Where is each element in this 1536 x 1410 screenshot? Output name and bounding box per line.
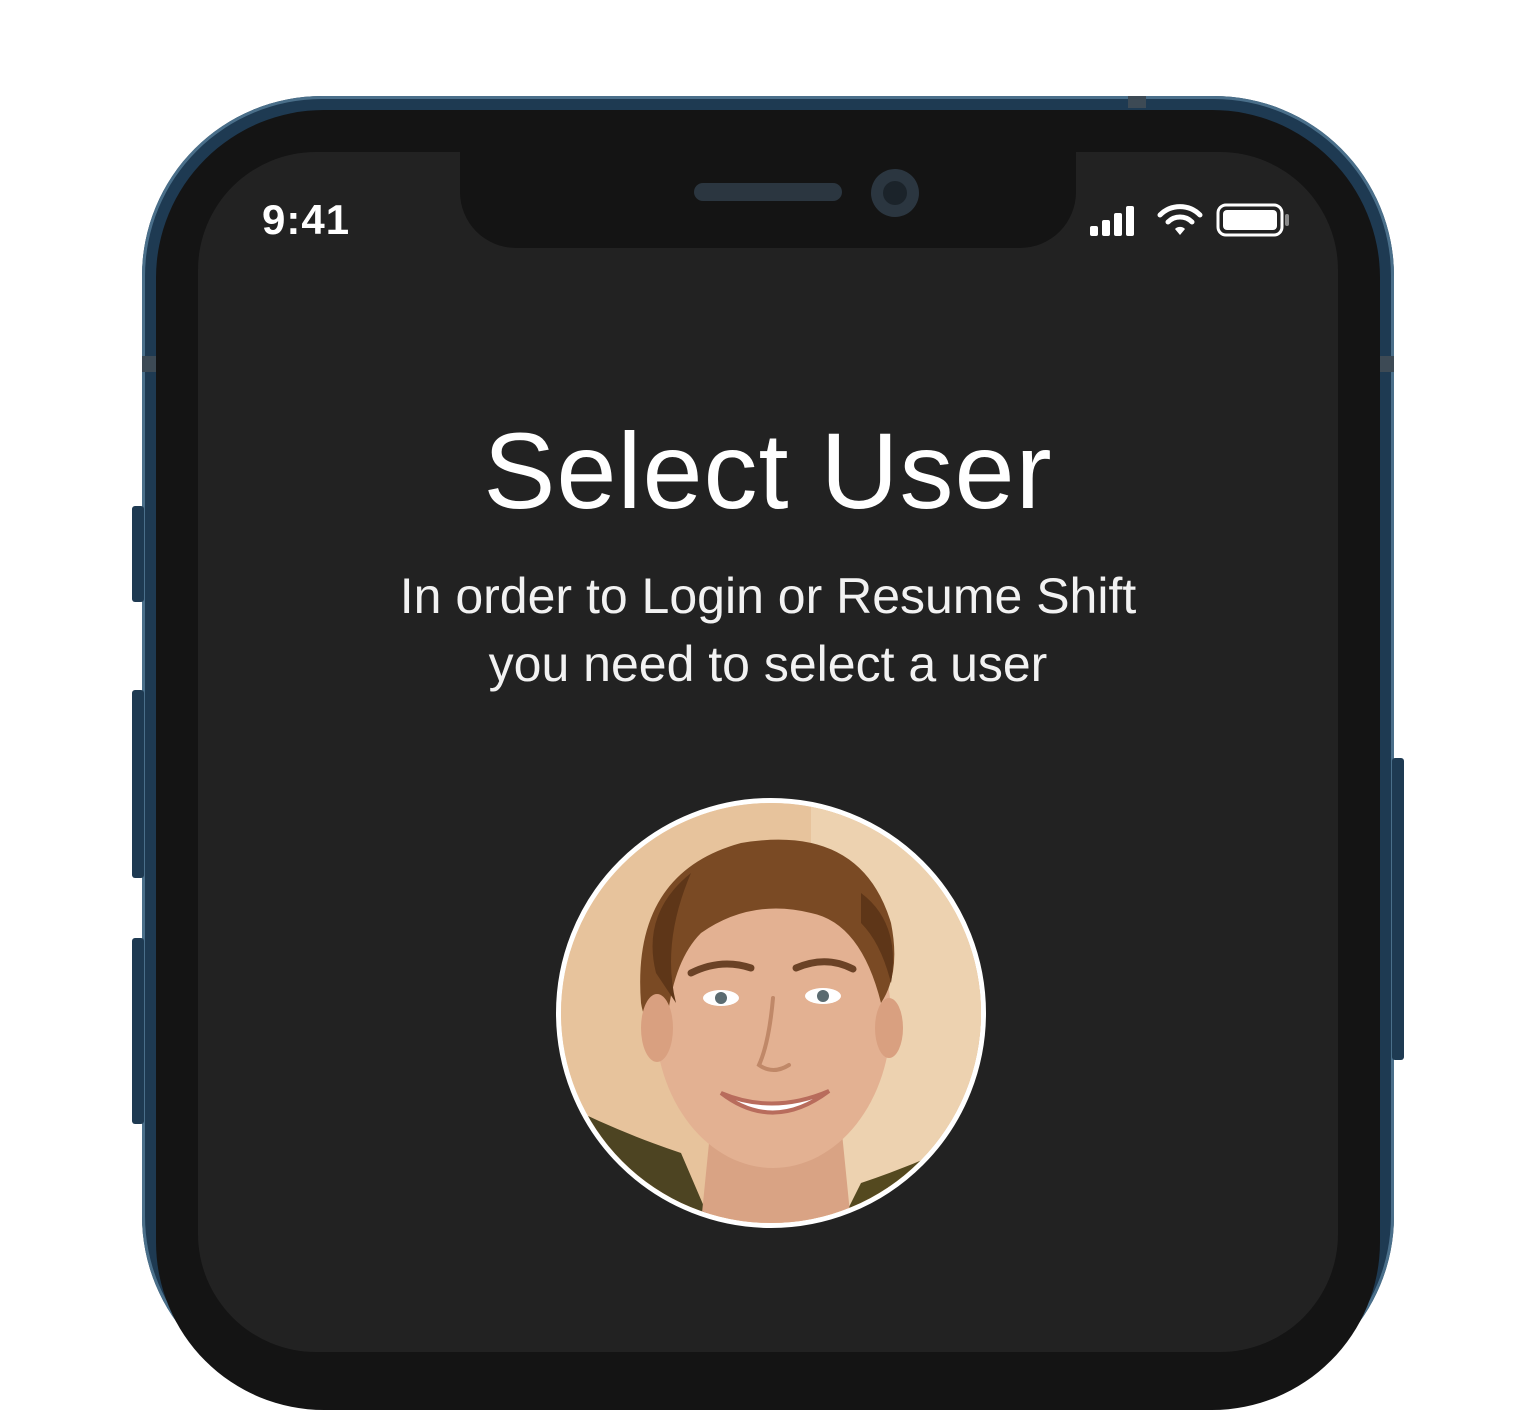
subtitle: In order to Login or Resume Shift you ne… [198,562,1338,698]
user-photo [561,803,981,1223]
status-time: 9:41 [262,196,351,243]
power-button [1392,758,1404,1060]
subtitle-line: In order to Login or Resume Shift [399,568,1137,624]
antenna-line [1380,356,1394,372]
wifi-icon [1156,203,1204,242]
earpiece-speaker [694,183,842,201]
antenna-line [1128,96,1146,108]
volume-down-button [132,938,144,1124]
status-icons [1088,203,1290,242]
subtitle-line: you need to select a user [488,636,1048,692]
silent-switch [132,506,144,602]
cellular-signal-icon [1088,204,1142,241]
battery-icon [1216,203,1290,242]
front-camera [871,169,919,217]
antenna-line [142,356,156,372]
user-avatar[interactable] [556,798,986,1228]
page-title: Select User [483,410,1053,531]
volume-up-button [132,690,144,878]
